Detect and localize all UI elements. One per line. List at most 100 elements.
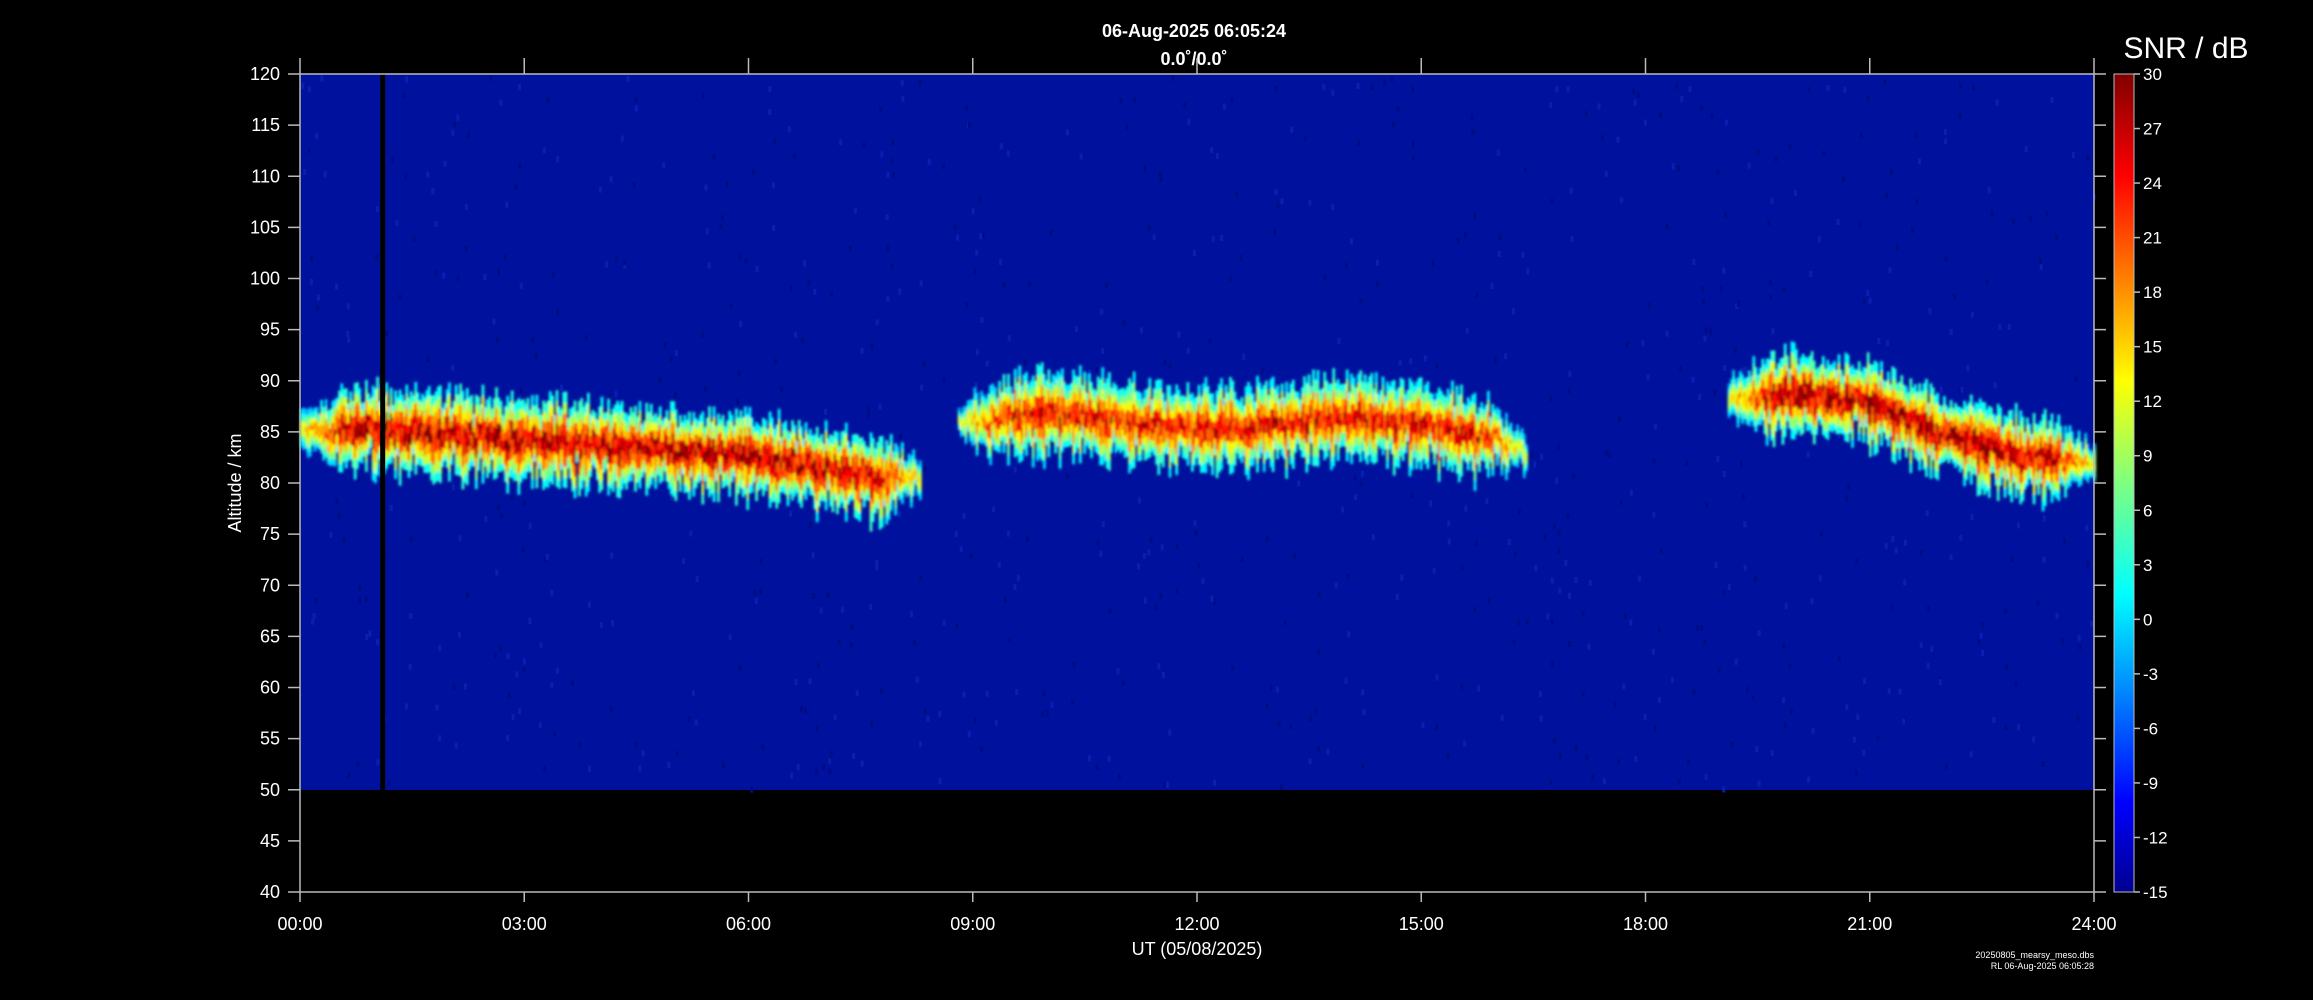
noise-speckle [409,613,413,619]
noise-speckle [1837,655,1841,662]
noise-speckle [1230,97,1234,104]
noise-speckle [1930,645,1934,652]
noise-speckle [342,537,346,544]
noise-speckle [1896,244,1899,251]
noise-speckle [1370,83,1374,90]
noise-speckle [1487,597,1491,604]
echo-cell [1332,454,1336,467]
noise-speckle [667,761,671,768]
noise-speckle [1435,362,1439,369]
echo-cell [1087,373,1091,383]
echo-cell [481,395,485,408]
noise-speckle [1568,370,1572,377]
noise-speckle [1888,267,1892,274]
noise-speckle [1261,367,1265,374]
noise-speckle [1949,329,1953,336]
noise-speckle [1903,579,1907,586]
echo-cell [448,393,451,406]
noise-speckle [774,358,778,365]
noise-speckle [1015,688,1019,695]
noise-speckle [1447,538,1451,545]
noise-speckle [1409,358,1413,365]
echo-cell [587,392,590,405]
echo-cell [481,384,485,397]
noise-speckle [1101,347,1105,354]
echo-cell [688,411,691,423]
noise-speckle [923,708,927,714]
noise-speckle [794,678,798,685]
noise-speckle [1101,521,1105,528]
noise-speckle [365,634,369,641]
noise-speckle [1323,274,1327,281]
noise-speckle [464,246,468,253]
noise-speckle [1549,395,1553,402]
noise-speckle [1652,458,1656,465]
noise-speckle [1605,450,1609,457]
noise-speckle [634,96,638,103]
noise-speckle [1653,725,1657,732]
noise-speckle [974,382,978,389]
noise-speckle [395,219,399,226]
noise-speckle [389,504,393,511]
noise-speckle [1680,95,1684,102]
echo-cell [1047,446,1051,458]
noise-speckle [1608,451,1611,458]
noise-speckle [1500,714,1504,721]
noise-speckle [1142,552,1146,559]
noise-speckle [1714,561,1718,568]
echo-cell [1211,393,1214,404]
echo-cell [454,384,458,396]
noise-speckle [1149,537,1153,543]
noise-speckle [2036,599,2040,606]
noise-speckle [1567,387,1571,394]
echo-cell [1013,368,1017,380]
noise-speckle [1944,763,1948,770]
noise-speckle [848,245,852,252]
noise-speckle [1463,740,1467,747]
echo-cell [661,473,664,482]
noise-speckle [1995,99,1999,106]
noise-speckle [1163,359,1167,366]
noise-speckle [938,710,942,717]
noise-speckle [1490,282,1494,289]
noise-speckle [1475,540,1479,547]
noise-speckle [2039,264,2043,271]
noise-speckle [1783,722,1787,729]
echo-cell [557,478,561,489]
noise-speckle [2024,145,2028,152]
noise-speckle [1691,376,1695,383]
noise-speckle [1743,521,1747,528]
noise-speckle [999,143,1003,150]
noise-speckle [1334,582,1338,589]
noise-speckle [2045,210,2049,217]
noise-speckle [1904,539,1907,546]
noise-speckle [942,619,946,626]
noise-speckle [2042,556,2046,563]
echo-cell [1108,372,1111,384]
echo-cell [665,410,669,419]
noise-speckle [1317,591,1321,598]
echo-cell [1139,452,1143,461]
noise-speckle [1410,491,1414,498]
echo-cell [1002,443,1006,454]
noise-speckle [1730,741,1734,748]
noise-speckle [1345,262,1348,269]
noise-speckle [570,679,574,686]
noise-speckle [492,318,496,325]
echo-cell [998,444,1001,454]
noise-speckle [1944,138,1948,145]
noise-speckle [1990,210,1994,217]
noise-speckle [1222,103,1226,110]
echo-cell [1148,378,1152,388]
noise-speckle [311,618,315,625]
echo-cell [344,388,348,399]
noise-speckle [522,666,526,673]
echo-cell [1025,371,1028,383]
noise-speckle [1119,97,1123,104]
echo-cell [831,502,835,513]
noise-speckle [1275,686,1279,693]
echo-cell [535,476,539,489]
noise-speckle [1411,86,1415,93]
echo-cell [975,447,979,456]
echo-cell [376,387,379,400]
